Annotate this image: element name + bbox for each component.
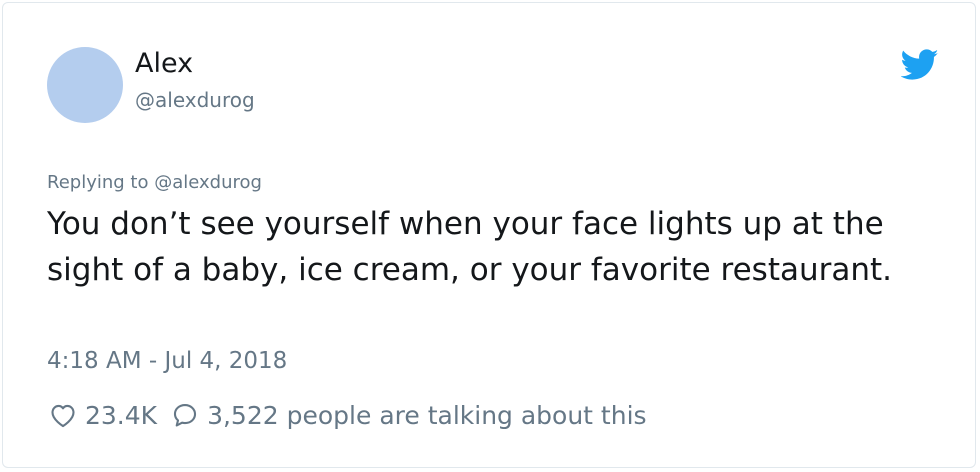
heart-icon[interactable] — [47, 399, 79, 431]
twitter-bird-icon[interactable] — [901, 49, 939, 81]
tweet-actions: 23.4K 3,522 people are talking about thi… — [47, 397, 647, 433]
author-name[interactable]: Alex — [135, 47, 193, 81]
replying-to[interactable]: Replying to @alexdurog — [47, 171, 262, 195]
avatar[interactable] — [47, 47, 123, 123]
talking-count[interactable]: 3,522 — [207, 401, 279, 430]
like-count[interactable]: 23.4K — [85, 401, 157, 430]
tweet-timestamp[interactable]: 4:18 AM - Jul 4, 2018 — [47, 346, 287, 376]
author-handle[interactable]: @alexdurog — [135, 87, 255, 113]
talking-label[interactable]: people are talking about this — [287, 401, 647, 430]
speech-bubble-icon[interactable] — [169, 399, 201, 431]
tweet-text: You don’t see yourself when your face li… — [47, 206, 893, 288]
tweet-card: Alex @alexdurog Replying to @alexdurog Y… — [2, 2, 976, 468]
